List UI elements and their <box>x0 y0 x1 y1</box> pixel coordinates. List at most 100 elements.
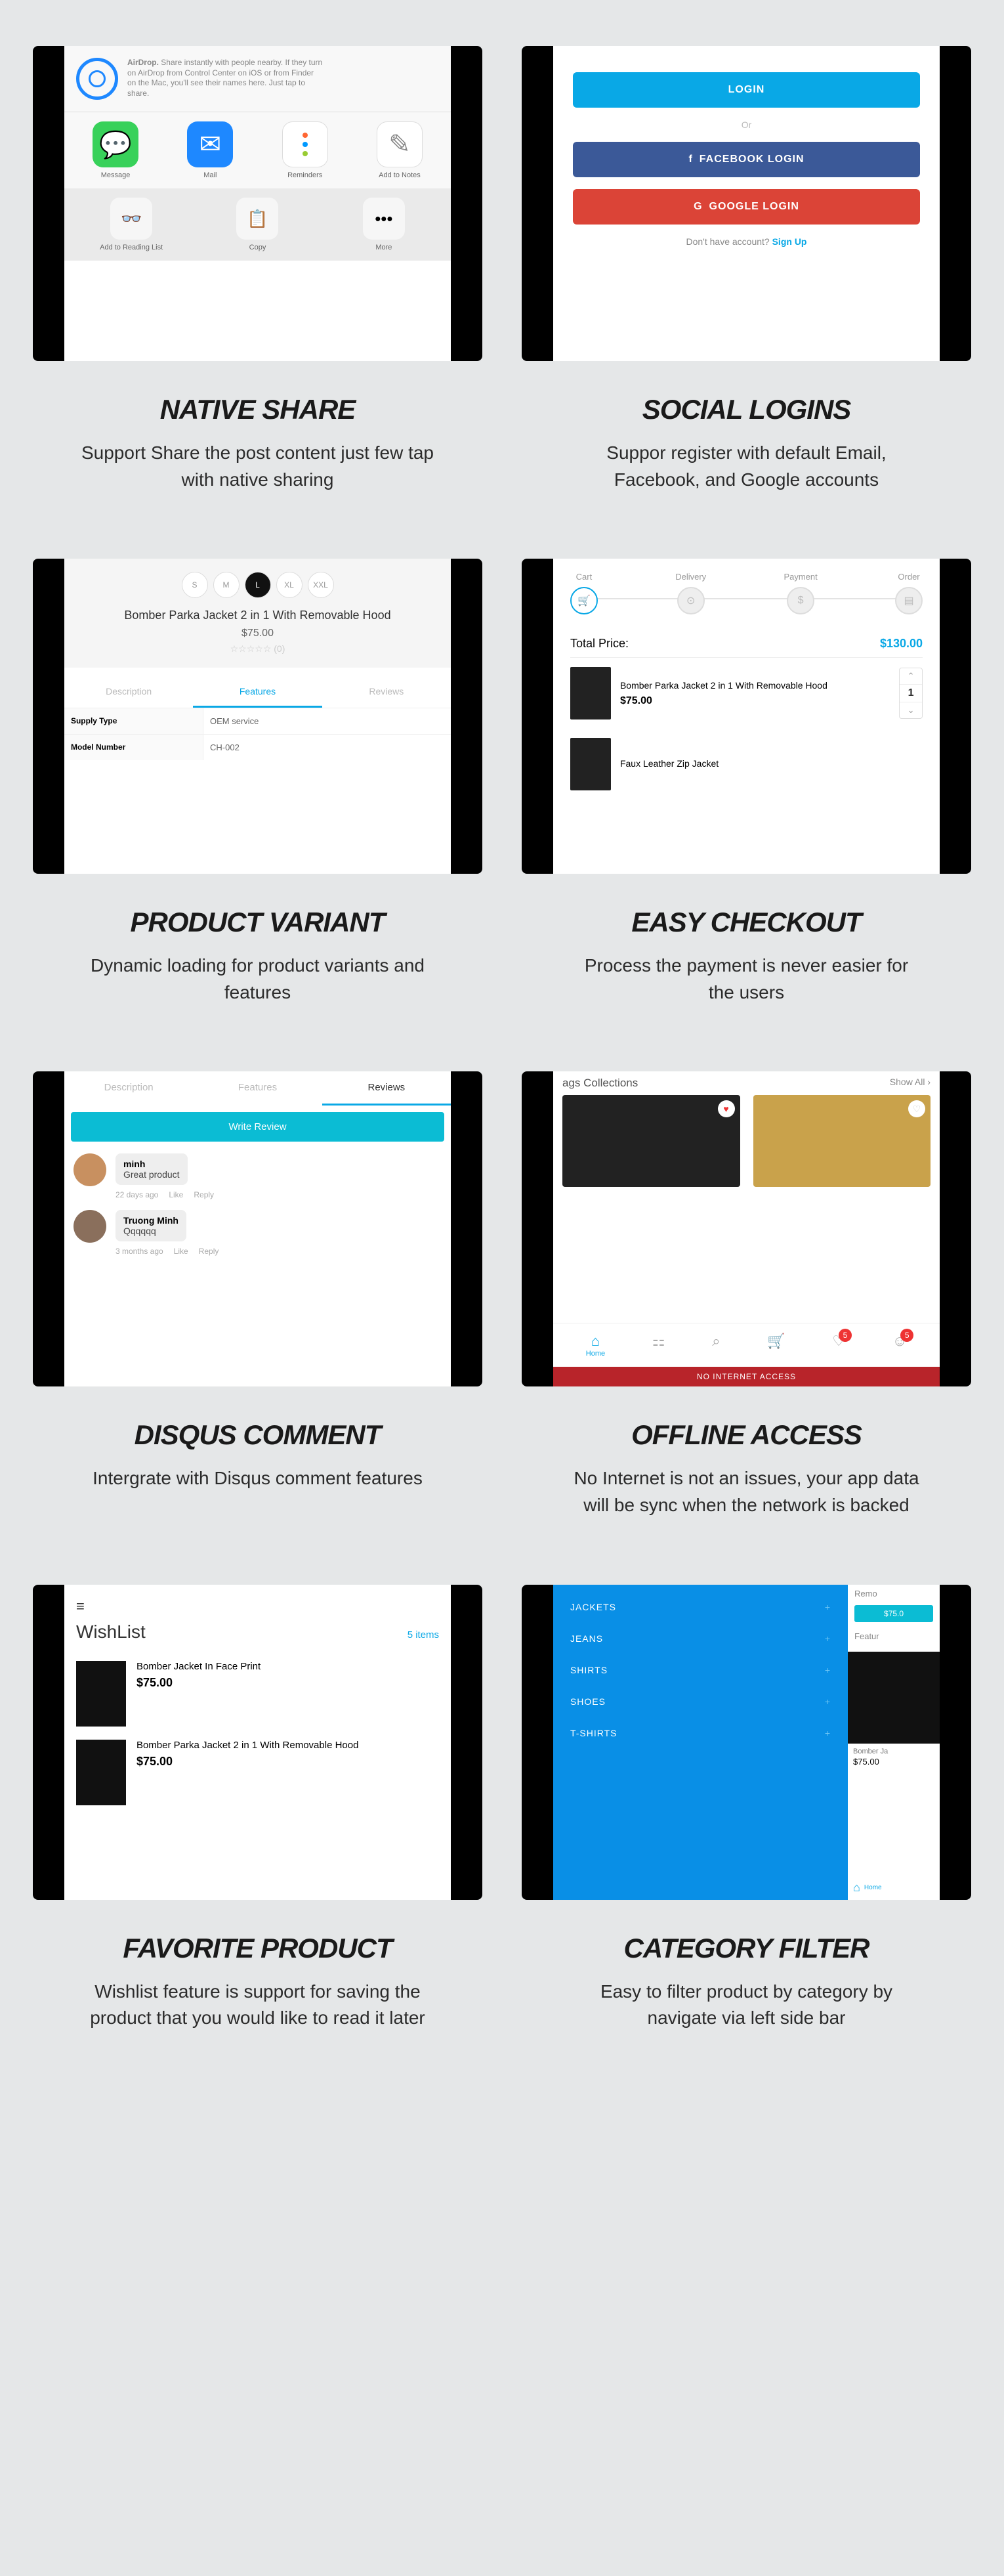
home-icon[interactable]: ⌂ <box>853 1881 860 1895</box>
price-pill: $75.0 <box>854 1605 933 1622</box>
reply-link[interactable]: Reply <box>199 1247 219 1256</box>
screenshot: ags Collections Show All › ♥ ♡ ⌂Home ⚏ ⌕ … <box>522 1071 971 1386</box>
search-icon[interactable]: ⌕ <box>712 1333 720 1358</box>
sidebar-item-shoes[interactable]: SHOES+ <box>553 1686 848 1717</box>
chevron-down-icon[interactable]: ⌄ <box>900 702 922 718</box>
section-title: ags Collections <box>562 1077 638 1090</box>
dollar-icon: $ <box>787 587 814 614</box>
card-native-share: AirDrop. Share instantly with people nea… <box>33 46 482 493</box>
total-price: $130.00 <box>880 637 923 651</box>
wishlist-icon[interactable]: ♡5 <box>832 1333 845 1358</box>
comment: Truong MinhQqqqqq 3 months agoLikeReply <box>64 1205 451 1261</box>
step-order[interactable]: Order▤ <box>895 572 923 614</box>
show-all-link[interactable]: Show All › <box>890 1077 931 1090</box>
signup-link[interactable]: Sign Up <box>772 236 807 247</box>
breadcrumb: Remo <box>848 1585 940 1602</box>
heart-icon[interactable]: ♥ <box>718 1100 735 1117</box>
like-link[interactable]: Like <box>174 1247 188 1256</box>
profile-icon[interactable]: ☺5 <box>892 1333 907 1358</box>
screenshot: LOGIN Or fFACEBOOK LOGIN GGOOGLE LOGIN D… <box>522 46 971 361</box>
tab-features[interactable]: Features <box>193 1071 322 1106</box>
google-login-button[interactable]: GGOOGLE LOGIN <box>573 189 920 225</box>
action-more[interactable]: •••More <box>324 198 444 251</box>
size-l[interactable]: L <box>245 572 271 598</box>
avatar <box>73 1210 106 1243</box>
sidebar-item-jeans[interactable]: JEANS+ <box>553 1623 848 1654</box>
comment: minhGreat product 22 days agoLikeReply <box>64 1148 451 1205</box>
sidebar-item-tshirts[interactable]: T-SHIRTS+ <box>553 1717 848 1749</box>
card-favorite: ≡ WishList5 items Bomber Jacket In Face … <box>33 1585 482 2032</box>
size-s[interactable]: S <box>182 572 208 598</box>
card-social-logins: LOGIN Or fFACEBOOK LOGIN GGOOGLE LOGIN D… <box>522 46 971 493</box>
cart-item: Bomber Parka Jacket 2 in 1 With Removabl… <box>570 658 923 729</box>
step-cart[interactable]: Cart🛒 <box>570 572 598 614</box>
step-payment[interactable]: Payment$ <box>784 572 817 614</box>
offline-banner: NO INTERNET ACCESS <box>553 1367 940 1386</box>
sidebar-item-jackets[interactable]: JACKETS+ <box>553 1591 848 1623</box>
product-image <box>753 1095 931 1187</box>
tab-reviews[interactable]: Reviews <box>322 677 451 708</box>
write-review-button[interactable]: Write Review <box>71 1112 444 1142</box>
google-icon: G <box>694 201 702 213</box>
menu-icon[interactable]: ≡ <box>76 1598 439 1615</box>
login-button[interactable]: LOGIN <box>573 72 920 108</box>
list-item[interactable]: Bomber Jacket In Face Print$75.00 <box>76 1654 439 1733</box>
product-image <box>562 1095 740 1187</box>
card-offline: ags Collections Show All › ♥ ♡ ⌂Home ⚏ ⌕ … <box>522 1071 971 1518</box>
tab-reviews[interactable]: Reviews <box>322 1071 451 1106</box>
share-app-reminders[interactable]: Reminders <box>261 121 350 179</box>
product-image <box>570 738 611 790</box>
message-icon: 💬 <box>93 121 138 167</box>
tab-description[interactable]: Description <box>64 677 193 708</box>
glasses-icon: 👓 <box>110 198 152 240</box>
card-desc: Intergrate with Disqus comment features <box>93 1465 423 1492</box>
home-icon[interactable]: ⌂ <box>586 1333 605 1350</box>
sidebar-item-shirts[interactable]: SHIRTS+ <box>553 1654 848 1686</box>
card-product-variant: S M L XL XXL Bomber Parka Jacket 2 in 1 … <box>33 559 482 1006</box>
card-easy-checkout: Cart🛒 Delivery⊙ Payment$ Order▤ Total Pr… <box>522 559 971 1006</box>
size-xl[interactable]: XL <box>276 572 303 598</box>
product-card[interactable]: ♡ <box>753 1095 931 1323</box>
tab-features[interactable]: Features <box>193 677 322 708</box>
product-image <box>76 1740 126 1805</box>
product-name: Bomber Parka Jacket 2 in 1 With Removabl… <box>124 607 390 624</box>
facebook-login-button[interactable]: fFACEBOOK LOGIN <box>573 142 920 177</box>
size-xxl[interactable]: XXL <box>308 572 334 598</box>
receipt-icon: ▤ <box>895 587 923 614</box>
action-reading-list[interactable]: 👓Add to Reading List <box>71 198 192 251</box>
tab-description[interactable]: Description <box>64 1071 193 1106</box>
screenshot: JACKETS+ JEANS+ SHIRTS+ SHOES+ T-SHIRTS+… <box>522 1585 971 1900</box>
chevron-up-icon[interactable]: ⌃ <box>900 668 922 684</box>
product-card[interactable]: ♥ <box>562 1095 740 1323</box>
product-name: Bomber Ja <box>848 1748 940 1755</box>
share-app-mail[interactable]: ✉Mail <box>165 121 255 179</box>
plus-icon: + <box>825 1665 831 1675</box>
total-label: Total Price: <box>570 637 629 651</box>
size-m[interactable]: M <box>213 572 240 598</box>
card-title: FAVORITE PRODUCT <box>123 1933 392 1964</box>
share-app-notes[interactable]: ✎Add to Notes <box>355 121 444 179</box>
product-image <box>76 1661 126 1727</box>
screenshot: Cart🛒 Delivery⊙ Payment$ Order▤ Total Pr… <box>522 559 971 874</box>
share-app-message[interactable]: 💬Message <box>71 121 160 179</box>
card-desc: Dynamic loading for product variants and… <box>81 953 435 1006</box>
airdrop-text: AirDrop. Share instantly with people nea… <box>127 58 324 100</box>
bottom-nav: ⌂Home ⚏ ⌕ 🛒 ♡5 ☺5 <box>553 1323 940 1367</box>
tab-features[interactable]: Featur <box>848 1625 940 1648</box>
like-link[interactable]: Like <box>169 1190 183 1199</box>
plus-icon: + <box>825 1696 831 1707</box>
card-disqus: Description Features Reviews Write Revie… <box>33 1071 482 1518</box>
signup-prompt: Don't have account? Sign Up <box>686 236 807 247</box>
step-delivery[interactable]: Delivery⊙ <box>675 572 706 614</box>
cart-icon[interactable]: 🛒 <box>767 1333 785 1358</box>
card-desc: Support Share the post content just few … <box>81 440 435 493</box>
action-copy[interactable]: 📋Copy <box>197 198 318 251</box>
card-desc: Easy to filter product by category by na… <box>570 1979 924 2032</box>
size-selector: S M L XL XXL <box>182 572 334 598</box>
quantity-stepper[interactable]: ⌃1⌄ <box>899 668 923 719</box>
cart-icon: 🛒 <box>570 587 598 614</box>
plus-icon: + <box>825 1728 831 1738</box>
list-item[interactable]: Bomber Parka Jacket 2 in 1 With Removabl… <box>76 1733 439 1812</box>
grid-icon[interactable]: ⚏ <box>652 1333 665 1358</box>
reply-link[interactable]: Reply <box>194 1190 214 1199</box>
